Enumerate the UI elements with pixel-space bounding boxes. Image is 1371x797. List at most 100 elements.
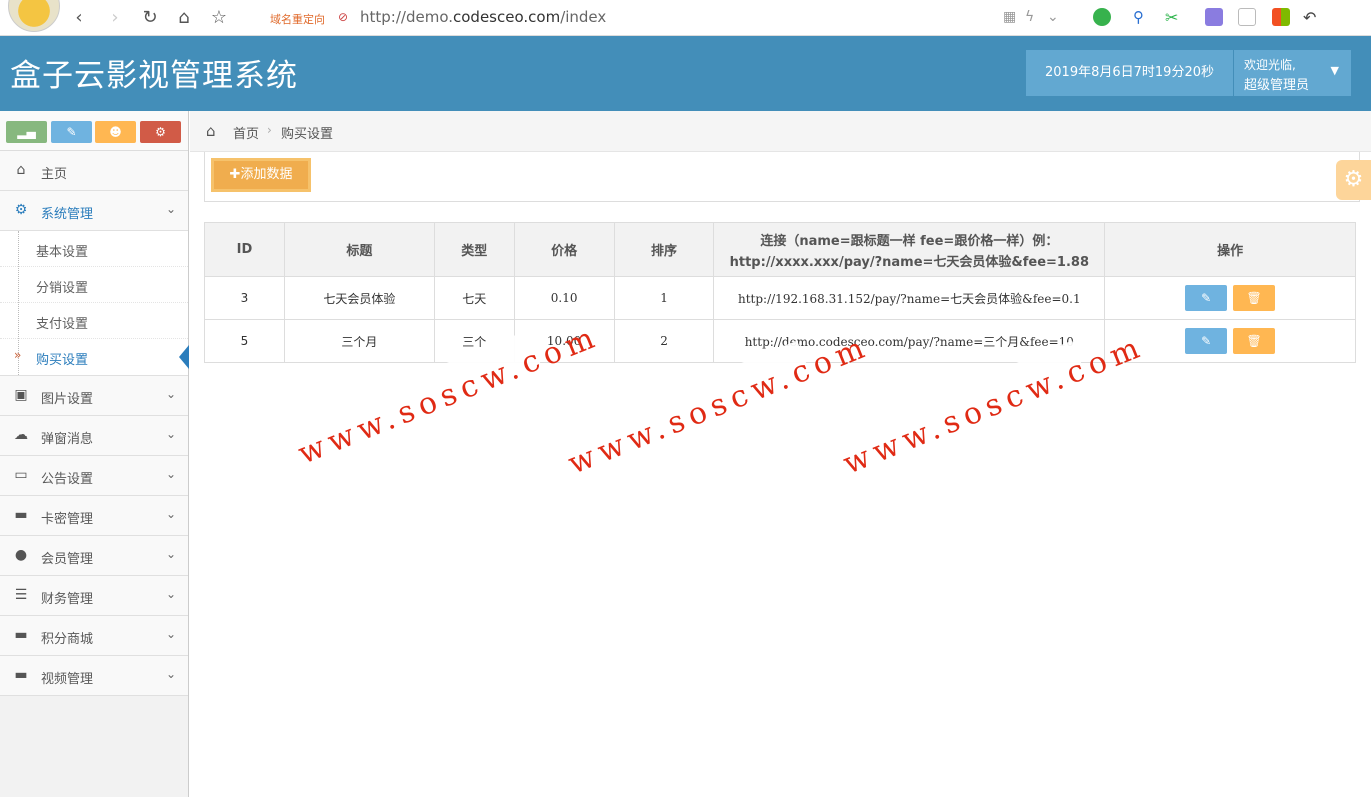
sidebar-item-label: 视频管理 (41, 672, 94, 687)
settings-gear-icon[interactable]: ⚙ (1336, 160, 1371, 200)
chevron-down-icon: ⌄ (165, 627, 176, 641)
datetime-display: 2019年8月6日7时19分20秒 (1026, 50, 1233, 96)
sidebar-item-videos[interactable]: ▬ 视频管理 ⌄ (0, 656, 188, 696)
cell-actions: ✎ 🗑 (1104, 276, 1356, 320)
user-welcome: 欢迎光临, (1244, 58, 1296, 72)
sidebar-subitem-purchase[interactable]: » 购买设置 (0, 339, 189, 375)
sidebar-item-label: 系统管理 (41, 207, 94, 222)
refresh-icon[interactable]: ↻ (139, 7, 161, 29)
browser-toolbar: ‹ › ↻ ⌂ ☆ 域名重定向 ⊘ http://demo.codesceo.c… (0, 0, 1371, 36)
user-menu[interactable]: 欢迎光临, 超级管理员 ▼ (1234, 50, 1351, 96)
edit-button[interactable]: ✎ (1185, 285, 1228, 311)
sidebar-item-finance[interactable]: ☰ 财务管理 ⌄ (0, 576, 188, 616)
double-angle-right-icon: » (14, 348, 22, 362)
sidebar-item-home[interactable]: ⌂ 主页 (0, 151, 188, 191)
list-icon: ☰ (14, 587, 28, 603)
sidebar-item-label: 财务管理 (41, 592, 94, 607)
chevron-down-icon: ⌄ (165, 467, 176, 481)
edit-button[interactable]: ✎ (1185, 328, 1228, 354)
col-actions: 操作 (1104, 222, 1356, 277)
col-sort: 排序 (613, 222, 715, 277)
pencil-icon[interactable]: ✎ (51, 121, 92, 143)
delete-button[interactable]: 🗑 (1233, 328, 1276, 354)
sidebar-item-label: 积分商城 (41, 632, 94, 647)
sidebar-item-label: 弹窗消息 (41, 432, 94, 447)
sidebar-item-images[interactable]: ▣ 图片设置 ⌄ (0, 376, 188, 416)
chevron-down-icon: ⌄ (165, 507, 176, 521)
active-pointer (179, 345, 189, 369)
chevron-down-icon[interactable]: ⌄ (1047, 9, 1059, 25)
sidebar-item-label: 公告设置 (41, 472, 94, 487)
picture-icon: ▣ (14, 387, 28, 403)
caret-down-icon[interactable]: ▼ (1331, 64, 1339, 77)
add-data-button[interactable]: ✚添加数据 (211, 158, 311, 192)
desktop-icon: ▬ (14, 627, 28, 643)
cell-sort: 2 (613, 319, 715, 363)
sidebar-item-cardkeys[interactable]: ▬ 卡密管理 ⌄ (0, 496, 188, 536)
address-bar[interactable]: http://demo.codesceo.com/index (360, 8, 606, 26)
cogs-icon[interactable]: ⚙ (140, 121, 181, 143)
back-icon[interactable]: ‹ (68, 7, 90, 29)
chevron-down-icon: ⌄ (165, 427, 176, 441)
home-icon: ⌂ (16, 162, 26, 178)
undo-icon[interactable]: ↶ (1303, 8, 1321, 27)
star-icon[interactable]: ☆ (208, 7, 230, 29)
edit-icon: ✎ (1201, 291, 1212, 305)
laptop-icon: ▭ (14, 467, 28, 483)
lightning-icon[interactable]: ϟ (1025, 9, 1034, 25)
cell-price: 0.10 (513, 276, 615, 320)
home-icon[interactable]: ⌂ (206, 122, 216, 140)
home-icon[interactable]: ⌂ (173, 7, 195, 29)
capture-icon[interactable] (1238, 8, 1256, 26)
chevron-down-icon: ⌄ (165, 547, 176, 561)
sidebar-subitem-basic[interactable]: 基本设置 (0, 231, 188, 267)
group-icon[interactable]: ☻ (95, 121, 136, 143)
forward-icon[interactable]: › (104, 7, 126, 29)
app-title: 盒子云影视管理系统 (10, 58, 298, 94)
breadcrumb-current: 购买设置 (281, 127, 334, 142)
col-type: 类型 (433, 222, 515, 277)
col-link-title: 连接（name=跟标题一样 fee=跟价格一样）例： (760, 233, 1059, 249)
app-header: 盒子云影视管理系统 2019年8月6日7时19分20秒 欢迎光临, 超级管理员 … (0, 36, 1371, 111)
chevron-down-icon: ⌄ (165, 587, 176, 601)
sidebar-item-label: 卡密管理 (41, 512, 94, 527)
subitem-label: 支付设置 (36, 317, 89, 332)
user-name: 超级管理员 (1244, 78, 1310, 93)
sidebar-subitem-payment[interactable]: 支付设置 (0, 303, 188, 339)
sidebar-item-system[interactable]: ⚙ 系统管理 ⌄ (0, 191, 188, 231)
sidebar-item-announcements[interactable]: ▭ 公告设置 ⌄ (0, 456, 188, 496)
sidebar-subitem-distribution[interactable]: 分销设置 (0, 267, 188, 303)
search-icon[interactable]: ⚲ (1133, 8, 1151, 26)
cell-id: 3 (204, 276, 285, 320)
sidebar-item-popups[interactable]: ☁ 弹窗消息 ⌄ (0, 416, 188, 456)
col-id: ID (204, 222, 285, 277)
chevron-down-icon: ⌄ (165, 387, 176, 401)
sidebar-shortcuts: ▂▄ ✎ ☻ ⚙ (0, 111, 188, 151)
col-link: 连接（name=跟标题一样 fee=跟价格一样）例： http://xxxx.x… (713, 222, 1106, 277)
toolbar: ✚添加数据 (204, 152, 1360, 202)
edit-icon: ✎ (1201, 334, 1212, 348)
cell-id: 5 (204, 319, 285, 363)
translate-icon[interactable] (1093, 8, 1111, 26)
sidebar: ▂▄ ✎ ☻ ⚙ ⌂ 主页 ⚙ 系统管理 ⌄ 基本设置 分销设置 支付设置 » … (0, 111, 189, 797)
sidebar-item-members[interactable]: ● 会员管理 ⌄ (0, 536, 188, 576)
qr-icon[interactable]: ▦ (1003, 9, 1016, 25)
chevron-down-icon: ⌄ (165, 202, 176, 216)
apps-icon[interactable] (1272, 8, 1290, 26)
breadcrumb-home[interactable]: 首页 (233, 123, 259, 142)
desktop-icon: ▬ (14, 507, 28, 523)
cell-title: 七天会员体验 (283, 276, 435, 320)
delete-button[interactable]: 🗑 (1233, 285, 1276, 311)
breadcrumb: ⌂ 首页 › 购买设置 (190, 111, 1371, 152)
sidebar-item-points-mall[interactable]: ▬ 积分商城 ⌄ (0, 616, 188, 656)
comments-icon: ☁ (14, 427, 28, 443)
system-submenu: 基本设置 分销设置 支付设置 » 购买设置 (0, 231, 189, 376)
breadcrumb-separator-icon: › (267, 123, 272, 137)
scissors-icon[interactable]: ✂ (1165, 8, 1183, 27)
extension-icon[interactable] (1205, 8, 1223, 26)
desktop-icon: ▬ (14, 667, 28, 683)
redirect-label[interactable]: 域名重定向 (270, 11, 325, 27)
signal-icon[interactable]: ▂▄ (6, 121, 47, 143)
col-link-example: http://xxxx.xxx/pay/?name=七天会员体验&fee=1.8… (729, 254, 1090, 270)
cell-title: 三个月 (283, 319, 435, 363)
